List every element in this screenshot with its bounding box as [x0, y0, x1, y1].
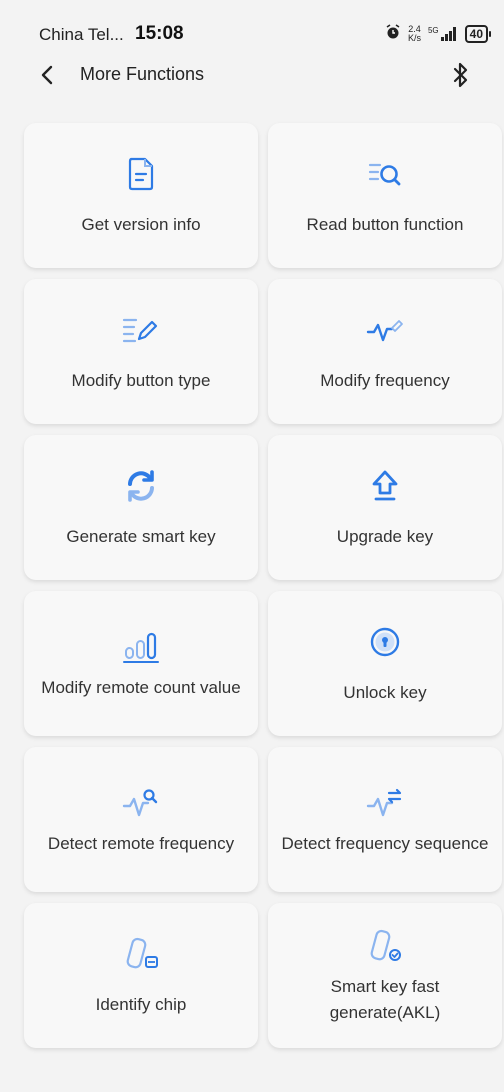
- document-icon: [121, 154, 161, 194]
- card-label: Upgrade key: [336, 526, 434, 546]
- page-title: More Functions: [80, 64, 205, 84]
- clock: 15:08: [135, 23, 184, 44]
- card-label: Read button function: [306, 214, 464, 234]
- status-icons: 2.4 K/s 5G 40: [385, 23, 492, 43]
- lock-icon: [365, 622, 405, 662]
- upgrade-key-card[interactable]: Upgrade key: [268, 435, 502, 580]
- card-label: Generate smart key: [66, 526, 216, 546]
- detect-frequency-sequence-card[interactable]: Detect frequency sequence: [268, 747, 502, 892]
- card-label: Smart key fast generate(AKL): [329, 976, 441, 1022]
- top-bar: More Functions: [0, 56, 504, 96]
- chevron-left-icon: [41, 65, 53, 85]
- card-label: Detect frequency sequence: [281, 833, 489, 853]
- generate-smart-key-card[interactable]: Generate smart key: [24, 435, 258, 580]
- modify-remote-count-card[interactable]: Modify remote count value: [24, 591, 258, 736]
- unlock-key-card[interactable]: Unlock key: [268, 591, 502, 736]
- carrier-name: China Tel...: [39, 25, 124, 44]
- list-edit-icon: [121, 310, 161, 350]
- card-label: Unlock key: [343, 682, 427, 702]
- read-button-function-card[interactable]: Read button function: [268, 123, 502, 268]
- card-label: Modify button type: [71, 370, 211, 390]
- back-button[interactable]: [34, 62, 60, 88]
- wave-switch-icon: [365, 783, 405, 823]
- upload-arrow-icon: [365, 466, 405, 506]
- counter-icon: [121, 627, 161, 667]
- alarm-icon: [385, 24, 401, 43]
- bluetooth-button[interactable]: [448, 60, 474, 90]
- refresh-icon: [121, 466, 161, 506]
- chip-check-icon: [365, 926, 405, 966]
- get-version-info-card[interactable]: Get version info: [24, 123, 258, 268]
- wave-edit-icon: [365, 310, 405, 350]
- list-search-icon: [365, 154, 405, 194]
- chip-icon: [121, 934, 161, 974]
- card-label: Modify remote count value: [41, 677, 241, 697]
- detect-remote-frequency-card[interactable]: Detect remote frequency: [24, 747, 258, 892]
- signal-icon: 5G: [428, 26, 458, 41]
- wave-search-icon: [121, 783, 161, 823]
- card-label: Identify chip: [95, 994, 187, 1014]
- function-grid: Get version info Read button function Mo…: [24, 123, 502, 1048]
- modify-frequency-card[interactable]: Modify frequency: [268, 279, 502, 424]
- card-label: Get version info: [81, 214, 201, 234]
- bluetooth-icon: [453, 62, 468, 88]
- card-label: Detect remote frequency: [47, 833, 235, 853]
- card-label: Modify frequency: [320, 370, 450, 390]
- battery-indicator: 40: [464, 24, 492, 43]
- smart-key-fast-generate-card[interactable]: Smart key fast generate(AKL): [268, 903, 502, 1048]
- identify-chip-card[interactable]: Identify chip: [24, 903, 258, 1048]
- net-speed: 2.4 K/s: [407, 23, 421, 43]
- modify-button-type-card[interactable]: Modify button type: [24, 279, 258, 424]
